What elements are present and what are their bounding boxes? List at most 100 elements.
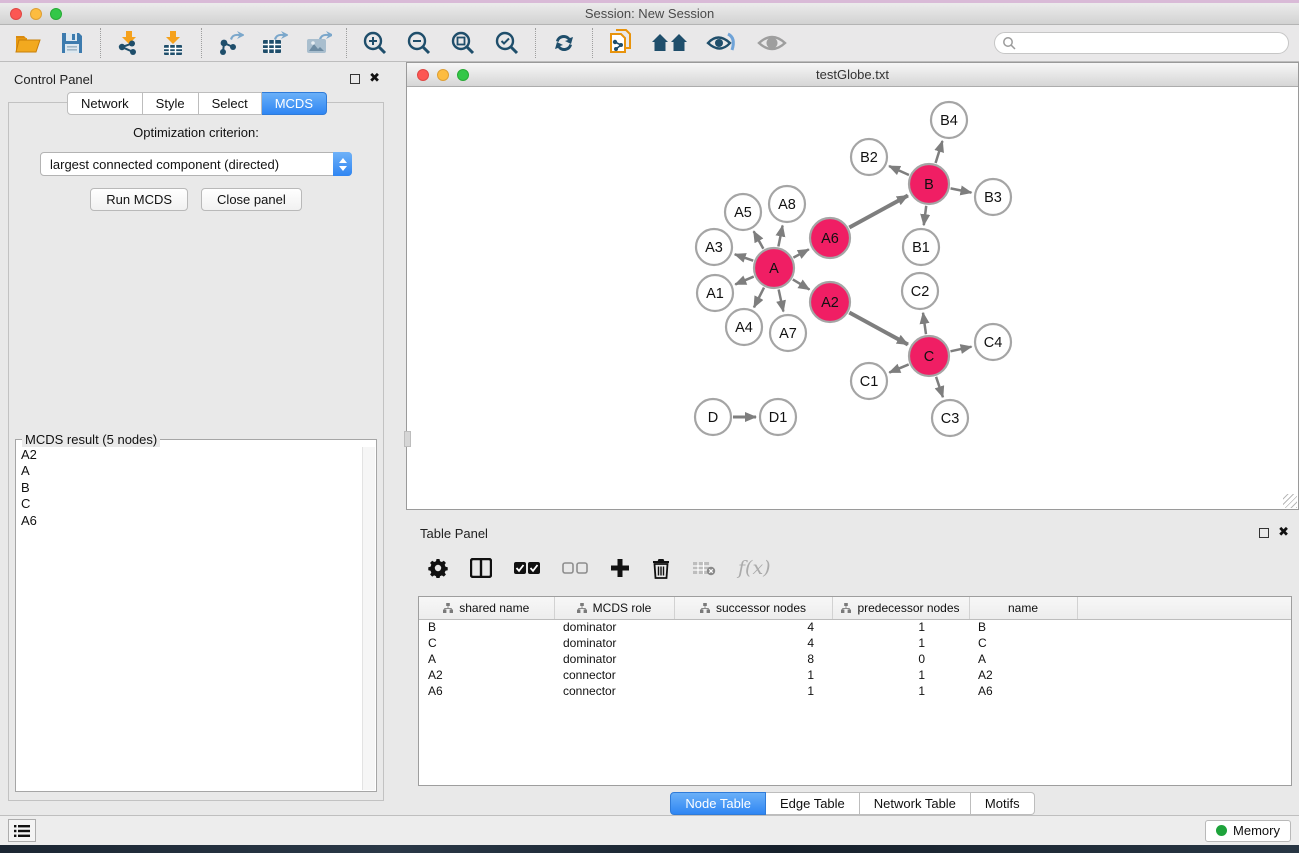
- table-cell[interactable]: A2: [419, 667, 554, 683]
- graph-node-A8[interactable]: A8: [769, 186, 805, 222]
- zoom-in-icon[interactable]: [361, 29, 389, 57]
- table-cell[interactable]: B: [969, 619, 1077, 635]
- graph-node-C1[interactable]: C1: [851, 363, 887, 399]
- hide-graphics-details-icon[interactable]: [705, 29, 739, 57]
- table-cell[interactable]: 1: [674, 667, 832, 683]
- column-header[interactable]: name: [969, 597, 1077, 619]
- show-column-panel-icon[interactable]: [470, 558, 492, 578]
- graph-node-A6[interactable]: A6: [810, 218, 850, 258]
- splitter-grip[interactable]: [404, 431, 411, 447]
- tab-edge-table[interactable]: Edge Table: [766, 792, 860, 815]
- import-network-icon[interactable]: [115, 29, 143, 57]
- graph-node-A5[interactable]: A5: [725, 194, 761, 230]
- table-cell[interactable]: A: [969, 651, 1077, 667]
- tab-select[interactable]: Select: [199, 92, 262, 115]
- graph-edge-B-B4[interactable]: [936, 141, 943, 163]
- new-network-from-selection-icon[interactable]: [607, 29, 635, 57]
- tab-style[interactable]: Style: [143, 92, 199, 115]
- close-table-panel-icon[interactable]: ✖: [1278, 528, 1289, 538]
- table-cell[interactable]: 4: [674, 619, 832, 635]
- zoom-fit-icon[interactable]: [449, 29, 477, 57]
- open-file-icon[interactable]: [14, 29, 42, 57]
- graph-node-A4[interactable]: A4: [726, 309, 762, 345]
- search-input[interactable]: [1017, 36, 1267, 50]
- tab-node-table[interactable]: Node Table: [670, 792, 766, 815]
- graph-node-C3[interactable]: C3: [932, 400, 968, 436]
- select-all-columns-icon[interactable]: [514, 562, 540, 575]
- zoom-out-icon[interactable]: [405, 29, 433, 57]
- graph-edge-C-C1[interactable]: [889, 364, 908, 372]
- mcds-result-item[interactable]: A2: [17, 447, 375, 463]
- table-cell[interactable]: 1: [832, 619, 969, 635]
- zoom-selected-icon[interactable]: [493, 29, 521, 57]
- table-cell[interactable]: connector: [554, 683, 674, 699]
- graph-node-B4[interactable]: B4: [931, 102, 967, 138]
- close-panel-button[interactable]: Close panel: [201, 188, 302, 211]
- graph-node-A[interactable]: A: [754, 248, 794, 288]
- graph-node-B3[interactable]: B3: [975, 179, 1011, 215]
- tab-network[interactable]: Network: [67, 92, 143, 115]
- export-network-icon[interactable]: [216, 29, 244, 57]
- graph-edge-A2-C[interactable]: [849, 313, 908, 345]
- export-table-icon[interactable]: [260, 29, 288, 57]
- mcds-result-item[interactable]: A: [17, 463, 375, 479]
- table-cell[interactable]: dominator: [554, 635, 674, 651]
- table-cell[interactable]: connector: [554, 667, 674, 683]
- column-header[interactable]: successor nodes: [674, 597, 832, 619]
- show-graphics-details-icon[interactable]: [755, 29, 789, 57]
- graph-edge-A-A6[interactable]: [793, 249, 808, 257]
- table-cell[interactable]: 0: [832, 651, 969, 667]
- table-cell[interactable]: A2: [969, 667, 1077, 683]
- float-table-panel-icon[interactable]: [1259, 528, 1269, 538]
- delete-column-trash-icon[interactable]: [652, 558, 670, 579]
- float-panel-icon[interactable]: [350, 74, 360, 84]
- graph-edge-B-B1[interactable]: [924, 206, 926, 225]
- graph-edge-B-B3[interactable]: [951, 188, 972, 192]
- import-table-icon[interactable]: [159, 29, 187, 57]
- table-row[interactable]: A2connector11A2: [419, 667, 1291, 683]
- tab-network-table[interactable]: Network Table: [860, 792, 971, 815]
- graph-edge-A-A8[interactable]: [778, 226, 782, 247]
- column-header[interactable]: shared name: [419, 597, 554, 619]
- graph-node-B[interactable]: B: [909, 164, 949, 204]
- graph-edge-A-A3[interactable]: [735, 254, 753, 260]
- table-cell[interactable]: 1: [832, 683, 969, 699]
- column-header[interactable]: predecessor nodes: [832, 597, 969, 619]
- function-builder-icon-disabled[interactable]: f(x): [738, 557, 771, 579]
- mcds-result-item[interactable]: B: [17, 480, 375, 496]
- table-cell[interactable]: A: [419, 651, 554, 667]
- column-header[interactable]: MCDS role: [554, 597, 674, 619]
- tab-motifs[interactable]: Motifs: [971, 792, 1035, 815]
- mcds-result-item[interactable]: C: [17, 496, 375, 512]
- graph-edge-A6-B[interactable]: [849, 195, 908, 227]
- search-field[interactable]: [994, 32, 1289, 54]
- table-row[interactable]: Adominator80A: [419, 651, 1291, 667]
- table-cell[interactable]: A6: [419, 683, 554, 699]
- delete-table-icon-disabled[interactable]: [692, 560, 716, 576]
- table-cell[interactable]: C: [969, 635, 1077, 651]
- graph-node-D1[interactable]: D1: [760, 399, 796, 435]
- graph-node-C[interactable]: C: [909, 336, 949, 376]
- table-settings-gear-icon[interactable]: [428, 558, 448, 578]
- graph-node-A2[interactable]: A2: [810, 282, 850, 322]
- tab-mcds[interactable]: MCDS: [262, 92, 327, 115]
- graph-edge-C-C3[interactable]: [936, 377, 943, 397]
- result-scrollbar[interactable]: [362, 447, 375, 790]
- window-resize-grip[interactable]: [1283, 494, 1297, 508]
- show-task-history-button[interactable]: [8, 819, 36, 842]
- table-cell[interactable]: dominator: [554, 651, 674, 667]
- graph-edge-A-A2[interactable]: [793, 279, 810, 289]
- graph-node-B2[interactable]: B2: [851, 139, 887, 175]
- graph-node-A1[interactable]: A1: [697, 275, 733, 311]
- graph-node-A3[interactable]: A3: [696, 229, 732, 265]
- network-canvas[interactable]: AA1A2A3A4A5A6A7A8BB1B2B3B4CC1C2C3C4DD1: [407, 87, 1298, 509]
- export-image-icon[interactable]: [304, 29, 332, 57]
- graph-edge-A-A5[interactable]: [754, 231, 764, 249]
- memory-button[interactable]: Memory: [1205, 820, 1291, 842]
- home-icon[interactable]: [651, 29, 689, 57]
- graph-node-C2[interactable]: C2: [902, 273, 938, 309]
- close-panel-icon[interactable]: ✖: [369, 74, 380, 84]
- graph-edge-A-A1[interactable]: [735, 277, 753, 285]
- table-cell[interactable]: C: [419, 635, 554, 651]
- graph-node-D[interactable]: D: [695, 399, 731, 435]
